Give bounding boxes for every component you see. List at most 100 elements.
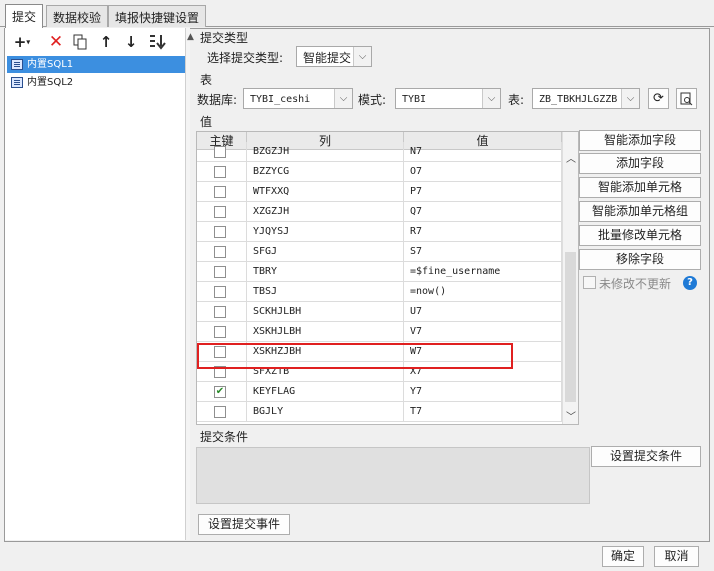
column-cell[interactable]: SCKHJLBH — [247, 302, 404, 322]
primary-key-checkbox[interactable] — [214, 206, 226, 218]
scroll-thumb[interactable] — [565, 252, 576, 402]
value-cell[interactable]: N7 — [404, 142, 562, 162]
key-cell — [197, 242, 247, 262]
value-cell[interactable]: S7 — [404, 242, 562, 262]
table-row[interactable]: XSKHJLBH V7 — [197, 322, 562, 342]
chevron-down-icon: ⌵ — [482, 89, 500, 108]
primary-key-checkbox[interactable] — [214, 246, 226, 258]
schema-label: 模式: — [358, 93, 387, 107]
conditions-box[interactable] — [196, 447, 590, 504]
tab-data-validation[interactable]: 数据校验 — [46, 5, 109, 27]
tree-item-sql1[interactable]: 内置SQL1 — [7, 56, 186, 73]
submit-type-section-label: 提交类型 — [200, 31, 249, 45]
primary-key-checkbox[interactable] — [214, 146, 226, 158]
tab-submit[interactable]: 提交 — [5, 4, 44, 28]
tree-item-sql2[interactable]: 内置SQL2 — [7, 74, 186, 91]
primary-key-checkbox[interactable] — [214, 306, 226, 318]
set-submit-condition-button[interactable]: 设置提交条件 — [591, 446, 701, 467]
value-cell[interactable]: O7 — [404, 162, 562, 182]
value-cell[interactable]: T7 — [404, 402, 562, 422]
chevron-down-icon: ⌵ — [334, 89, 352, 108]
submit-type-select[interactable]: 智能提交 ⌵ — [296, 46, 372, 67]
primary-key-checkbox[interactable] — [214, 266, 226, 278]
smart-add-cell-button[interactable]: 智能添加单元格 — [579, 177, 701, 198]
scroll-down-icon[interactable]: ﹀ — [565, 408, 577, 423]
column-cell[interactable]: SFGJ — [247, 242, 404, 262]
column-cell[interactable]: BZZYCG — [247, 162, 404, 182]
remove-field-button[interactable]: 移除字段 — [579, 249, 701, 270]
column-cell[interactable]: TBSJ — [247, 282, 404, 302]
database-select[interactable]: TYBI_ceshi ⌵ — [243, 88, 353, 109]
column-cell[interactable]: BZGZJH — [247, 142, 404, 162]
set-submit-event-button[interactable]: 设置提交事件 — [198, 514, 290, 535]
value-cell[interactable]: R7 — [404, 222, 562, 242]
value-cell[interactable]: =now() — [404, 282, 562, 302]
submit-type-value: 智能提交 — [303, 51, 352, 65]
table-row[interactable]: BZGZJH N7 — [197, 142, 562, 162]
table-select[interactable]: ZB_TBKHJLGZZB ⌵ — [532, 88, 640, 109]
database-value: TYBI_ceshi — [250, 94, 311, 105]
refresh-icon[interactable]: ⟳ — [648, 88, 669, 109]
table-row[interactable]: TBRY =$fine_username — [197, 262, 562, 282]
table-row[interactable]: XZGZJH Q7 — [197, 202, 562, 222]
schema-value: TYBI — [402, 94, 427, 105]
highlight-box — [197, 343, 513, 369]
column-cell[interactable]: KEYFLAG — [247, 382, 404, 402]
primary-key-checkbox[interactable] — [214, 326, 226, 338]
primary-key-checkbox[interactable] — [214, 406, 226, 418]
table-row[interactable]: YJQYSJ R7 — [197, 222, 562, 242]
primary-key-checkbox[interactable] — [214, 226, 226, 238]
copy-icon[interactable] — [69, 32, 91, 52]
table-row[interactable]: WTFXXQ P7 — [197, 182, 562, 202]
tab-shortcut-settings[interactable]: 填报快捷键设置 — [108, 5, 207, 27]
question-circle-icon[interactable]: ? — [683, 276, 697, 290]
sort-down-icon[interactable] — [147, 32, 169, 52]
scroll-up-icon[interactable]: ︿ — [565, 150, 577, 165]
smart-add-field-button[interactable]: 智能添加字段 — [579, 130, 701, 151]
table-value: ZB_TBKHJLGZZB — [539, 94, 618, 105]
column-cell[interactable]: TBRY — [247, 262, 404, 282]
ok-button[interactable]: 确定 — [602, 546, 644, 567]
column-cell[interactable]: XZGZJH — [247, 202, 404, 222]
primary-key-checkbox[interactable] — [214, 286, 226, 298]
batch-modify-cell-button[interactable]: 批量修改单元格 — [579, 225, 701, 246]
value-cell[interactable]: V7 — [404, 322, 562, 342]
table-row[interactable]: BGJLY T7 — [197, 402, 562, 422]
value-cell[interactable]: U7 — [404, 302, 562, 322]
red-x-icon[interactable]: ✕ — [45, 32, 67, 52]
key-cell — [197, 162, 247, 182]
table-row[interactable]: SCKHJLBH U7 — [197, 302, 562, 322]
value-cell[interactable]: =$fine_username — [404, 262, 562, 282]
key-cell — [197, 222, 247, 242]
column-cell[interactable]: XSKHJLBH — [247, 322, 404, 342]
column-cell[interactable]: BGJLY — [247, 402, 404, 422]
schema-select[interactable]: TYBI ⌵ — [395, 88, 501, 109]
primary-key-checkbox[interactable]: ✔ — [214, 386, 226, 398]
table-row[interactable]: SFGJ S7 — [197, 242, 562, 262]
no-update-unchanged-checkbox[interactable] — [583, 276, 596, 289]
arrow-down-icon[interactable]: ↓ — [120, 32, 142, 52]
smart-add-cell-group-button[interactable]: 智能添加单元格组 — [579, 201, 701, 222]
cancel-button[interactable]: 取消 — [654, 546, 699, 567]
add-field-button[interactable]: 添加字段 — [579, 153, 701, 174]
vertical-scrollbar[interactable]: ︿ ﹀ — [562, 132, 578, 424]
value-section-label: 值 — [200, 115, 213, 129]
chevron-down-icon: ⌵ — [353, 47, 371, 66]
primary-key-checkbox[interactable] — [214, 166, 226, 178]
table-row[interactable]: ✔ KEYFLAG Y7 — [197, 382, 562, 402]
tab-bar: 提交 数据校验 填报快捷键设置 — [0, 0, 714, 28]
table-row[interactable]: TBSJ =now() — [197, 282, 562, 302]
column-cell[interactable]: YJQYSJ — [247, 222, 404, 242]
plus-icon[interactable]: +▾ — [9, 32, 35, 52]
preview-table-icon[interactable] — [676, 88, 697, 109]
left-splitter[interactable] — [185, 28, 190, 540]
arrow-up-icon[interactable]: ↑ — [95, 32, 117, 52]
value-cell[interactable]: Y7 — [404, 382, 562, 402]
column-cell[interactable]: WTFXXQ — [247, 182, 404, 202]
table-row[interactable]: BZZYCG O7 — [197, 162, 562, 182]
value-cell[interactable]: Q7 — [404, 202, 562, 222]
value-cell[interactable]: P7 — [404, 182, 562, 202]
submit-settings-panel: 提交类型 选择提交类型: 智能提交 ⌵ 表 数据库: TYBI_ceshi ⌵ … — [192, 28, 709, 540]
tree-item-label: 内置SQL1 — [27, 59, 74, 70]
primary-key-checkbox[interactable] — [214, 186, 226, 198]
